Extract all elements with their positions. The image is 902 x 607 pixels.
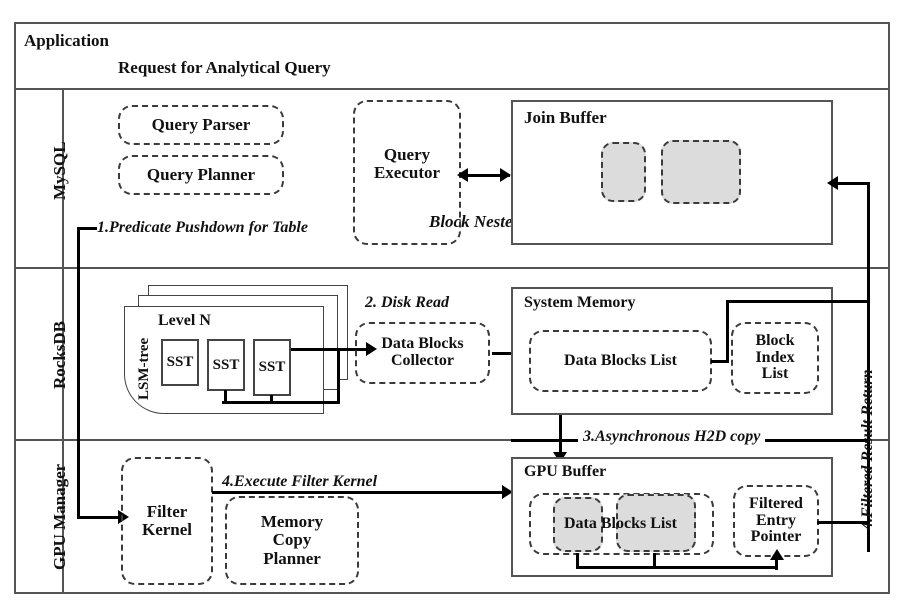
filtered-entry-pointer-line3: Pointer [750, 528, 802, 546]
data-blocks-collector-line1: Data Blocks [381, 335, 464, 353]
query-planner-box[interactable]: Query Planner [118, 155, 284, 195]
connector-dbl-to-bus [726, 300, 870, 303]
data-blocks-list-box[interactable]: Data Blocks List [529, 330, 712, 392]
filtered-entry-pointer-line2: Entry [756, 511, 796, 529]
connector-sst-merge [222, 401, 340, 404]
sst-block-3: SST [253, 339, 291, 396]
lsm-tree-label: LSM-tree [136, 337, 152, 400]
request-for-analytical-query-label: Request for Analytical Query [118, 58, 331, 77]
query-parser-box[interactable]: Query Parser [118, 105, 284, 145]
connector-executor-joinbuffer-arrow-right [500, 168, 511, 182]
data-blocks-collector-box[interactable]: Data Blocks Collector [355, 322, 490, 384]
layer-label-application: Application [24, 31, 110, 50]
block-index-list-line3: List [761, 365, 789, 383]
query-executor-label: Query Executor [373, 145, 441, 183]
gpu-buffer-label: GPU Buffer [524, 463, 607, 480]
flow-label-step4-exec: 4.Execute Filter Kernel [222, 473, 378, 490]
connector-executor-joinbuffer-arrow-left [457, 168, 468, 182]
block-index-list-line2: Index [755, 348, 795, 366]
memory-copy-planner-line1: Memory [260, 512, 324, 532]
block-index-list-line1: Block [755, 331, 795, 349]
connector-gpu-to-pointer-arrow [770, 549, 784, 560]
flow-label-step4-return: 4.Filtered Result Return [859, 369, 876, 530]
layer-label-rocksdb: RocksDB [50, 320, 69, 389]
connector-pointer-to-bus [817, 521, 869, 524]
join-buffer-block-1 [601, 142, 646, 202]
connector-return-arrow [827, 176, 838, 190]
filter-kernel-line1: Filter [146, 501, 188, 521]
layer-label-mysql: MySQL [50, 141, 69, 200]
filtered-entry-pointer-box[interactable]: Filtered Entry Pointer [733, 485, 819, 557]
connector-step1-to-filter-kernel [77, 516, 121, 519]
level-n-label: Level N [158, 312, 211, 329]
layer-separator-mysql-rocksdb [14, 267, 890, 269]
system-memory-label: System Memory [524, 294, 636, 311]
connector-step1-stub [77, 227, 97, 230]
layer-separator-application-mysql [14, 88, 890, 90]
filter-kernel-line2: Kernel [141, 520, 193, 539]
sst-block-1: SST [161, 339, 199, 386]
memory-copy-planner-line3: Planner [263, 548, 321, 568]
layer-label-gpu-manager: GPU Manager [50, 463, 69, 570]
block-index-list-box[interactable]: Block Index List [731, 322, 819, 394]
gpu-data-blocks-list-label: Data Blocks List [564, 515, 677, 532]
connector-sst-up [337, 348, 340, 403]
connector-step4-exec-line [212, 491, 507, 494]
join-buffer-block-2 [661, 140, 741, 204]
join-buffer-label: Join Buffer [524, 108, 607, 127]
filter-kernel-box[interactable]: Filter Kernel [121, 457, 213, 585]
connector-gpu-merge [576, 566, 778, 569]
connector-dbl-up [726, 300, 729, 362]
architecture-diagram: Application Request for Analytical Query… [0, 0, 902, 607]
flow-label-step1: 1.Predicate Pushdown for Table [97, 219, 308, 236]
memory-copy-planner-line2: Copy [272, 530, 312, 550]
filtered-entry-pointer-line1: Filtered [749, 494, 803, 512]
connector-return-to-joinbuffer [836, 182, 869, 185]
connector-step1-vertical [77, 227, 80, 517]
sst-block-2: SST [207, 339, 245, 391]
memory-copy-planner-box[interactable]: Memory Copy Planner [225, 496, 359, 585]
data-blocks-collector-line2: Collector [390, 352, 455, 369]
flow-label-step3: 3.Asynchronous H2D copy [578, 428, 766, 446]
flow-label-step2: 2. Disk Read [365, 294, 449, 311]
